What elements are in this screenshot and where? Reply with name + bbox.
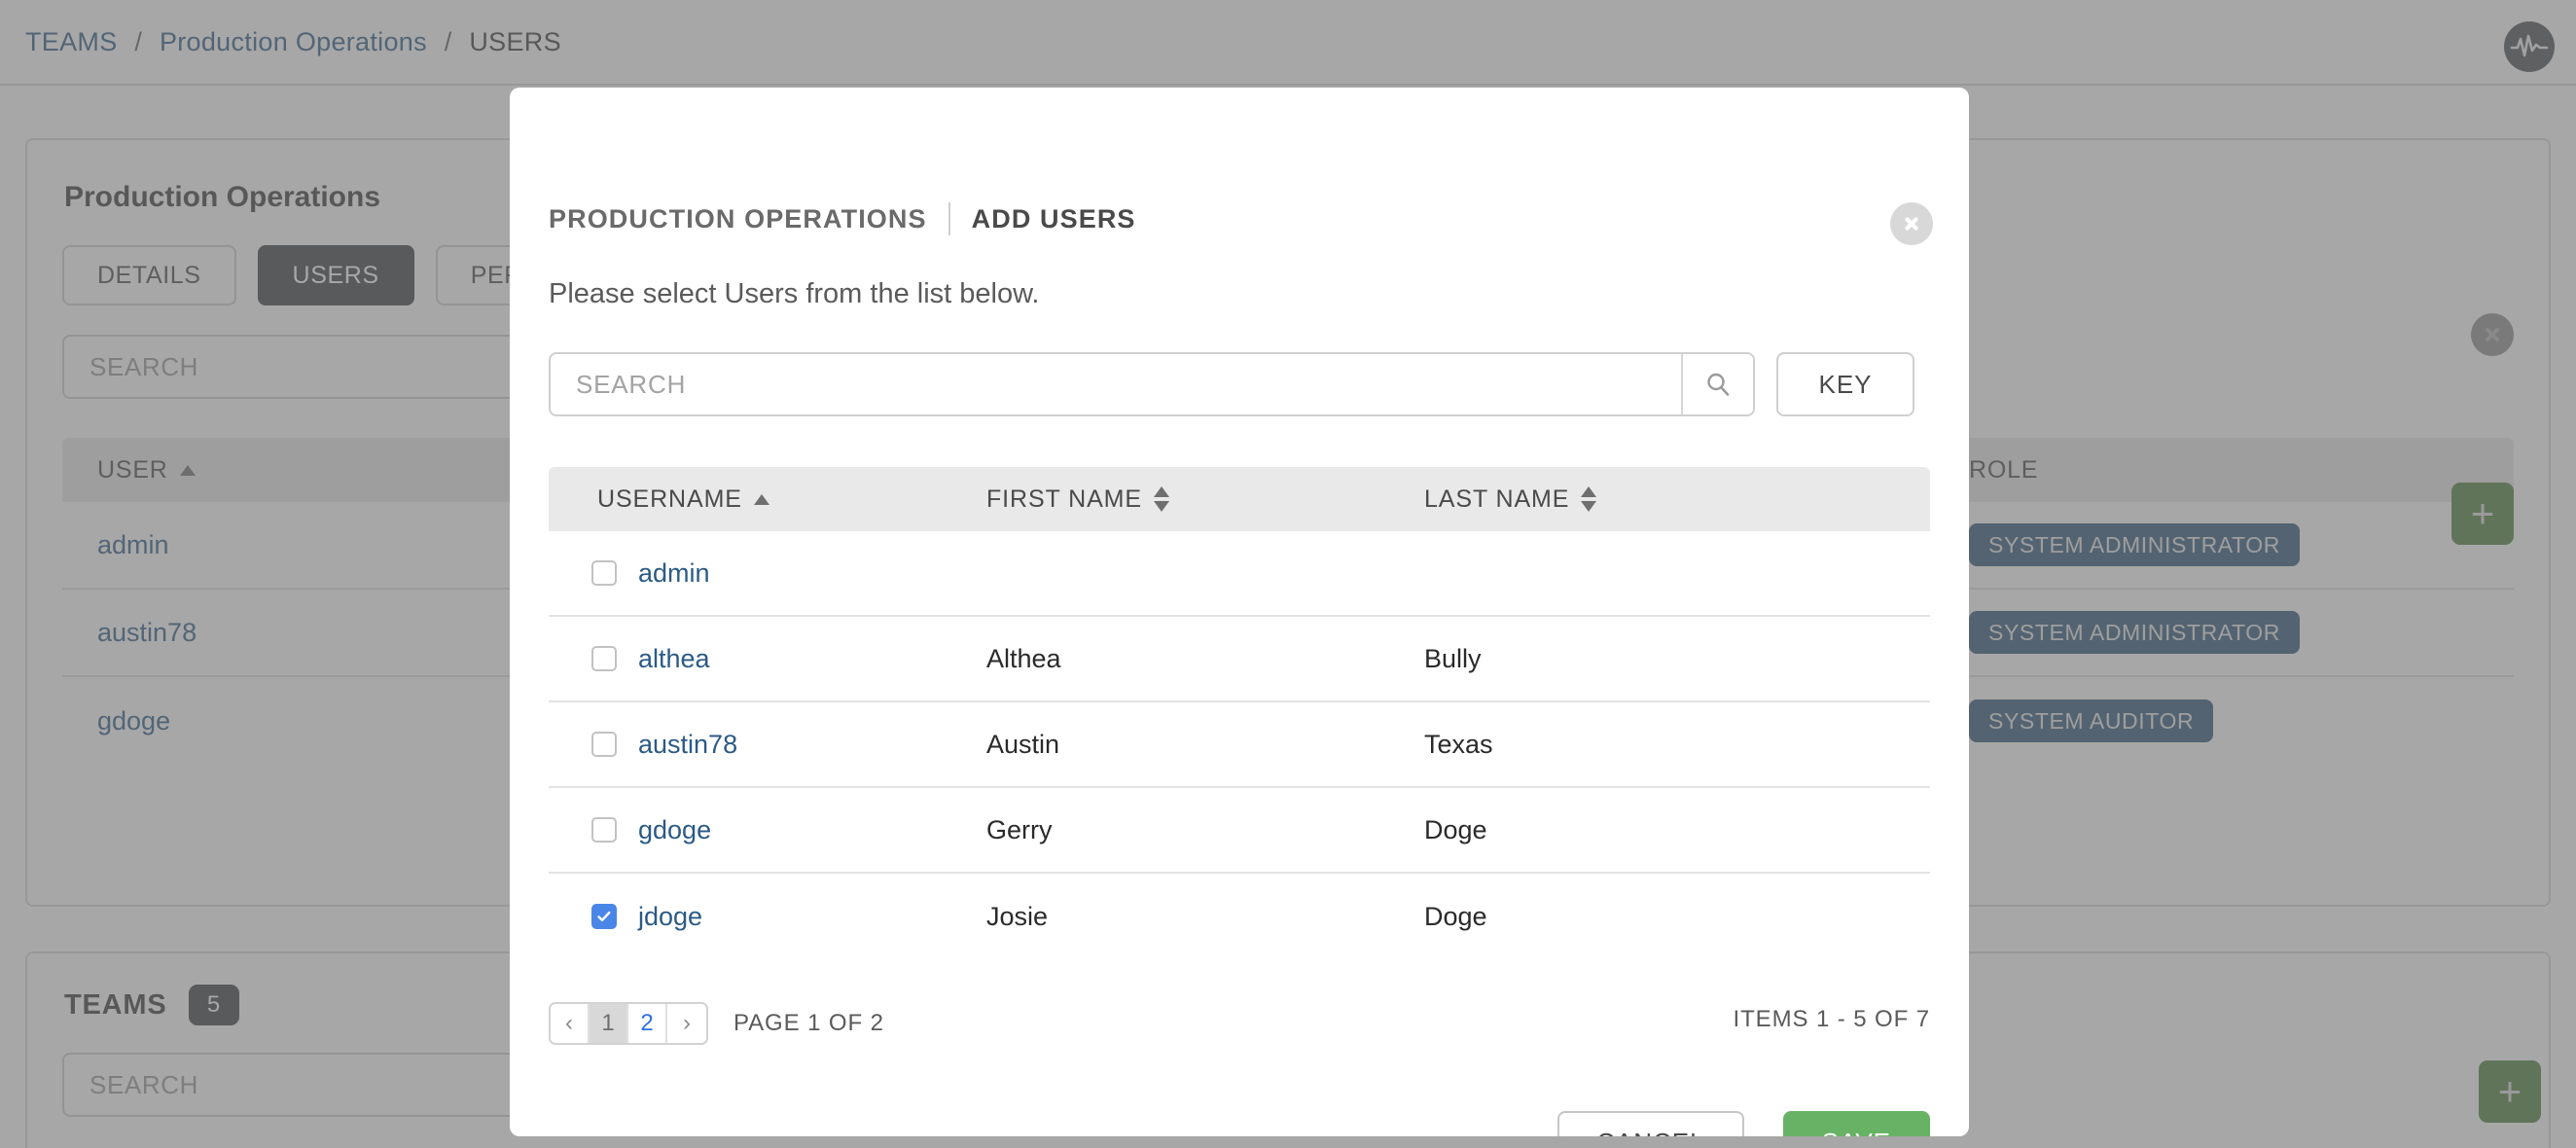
row-username-link[interactable]: jdoge <box>638 902 702 932</box>
modal-title-context: PRODUCTION OPERATIONS <box>549 203 927 233</box>
modal-title-action: ADD USERS <box>971 203 1136 233</box>
modal-title-divider <box>948 202 950 235</box>
row-checkbox[interactable] <box>591 732 617 757</box>
row-checkbox[interactable] <box>591 904 617 929</box>
row-username-link[interactable]: althea <box>638 644 710 674</box>
sort-both-icon <box>1581 486 1597 512</box>
search-icon[interactable] <box>1681 354 1753 414</box>
row-first-name: Althea <box>986 643 1061 673</box>
row-first-name: Gerry <box>986 814 1053 844</box>
row-last-name: Texas <box>1424 729 1493 759</box>
pagination-buttons: ‹ 1 2 › <box>549 1002 708 1045</box>
modal-subtitle: Please select Users from the list below. <box>549 278 1040 309</box>
cancel-button[interactable]: CANCEL <box>1557 1111 1744 1136</box>
row-last-name: Bully <box>1424 643 1482 673</box>
modal-table-body: admin althea Althea Bully austin78 Austi… <box>549 531 1930 959</box>
pagination-items-label: ITEMS 1 - 5 OF 7 <box>1733 1006 1930 1032</box>
sort-asc-icon <box>753 493 769 505</box>
screen-root: TEAMS / Production Operations / USERS Pr… <box>0 0 2576 1148</box>
search-field-group: SEARCH <box>549 352 1755 416</box>
pagination-page-2[interactable]: 2 <box>628 1004 667 1043</box>
row-last-name: Doge <box>1424 814 1487 844</box>
column-header-username-label: USERNAME <box>597 484 742 513</box>
table-row[interactable]: admin <box>549 531 1930 617</box>
add-users-modal: PRODUCTION OPERATIONS ADD USERS Please s… <box>510 88 1969 1136</box>
column-header-last-name-label: LAST NAME <box>1424 484 1570 513</box>
row-username-link[interactable]: austin78 <box>638 730 737 760</box>
column-header-first-name[interactable]: FIRST NAME <box>986 485 1424 514</box>
search-input[interactable]: SEARCH <box>551 354 1681 414</box>
table-row[interactable]: gdoge Gerry Doge <box>549 788 1930 874</box>
row-first-name: Josie <box>986 901 1049 931</box>
table-row[interactable]: austin78 Austin Texas <box>549 702 1930 788</box>
column-header-username[interactable]: USERNAME <box>549 485 986 514</box>
row-checkbox[interactable] <box>591 817 617 843</box>
column-header-first-name-label: FIRST NAME <box>986 484 1142 513</box>
key-button[interactable]: KEY <box>1776 352 1914 416</box>
modal-title: PRODUCTION OPERATIONS ADD USERS <box>549 202 1136 235</box>
modal-search-row: SEARCH KEY <box>549 352 1914 416</box>
sort-both-icon <box>1153 486 1169 512</box>
row-checkbox[interactable] <box>591 646 617 671</box>
table-row[interactable]: althea Althea Bully <box>549 617 1930 702</box>
row-first-name: Austin <box>986 729 1060 759</box>
row-username-link[interactable]: admin <box>638 558 710 589</box>
table-row[interactable]: jdoge Josie Doge <box>549 874 1930 959</box>
row-username-link[interactable]: gdoge <box>638 815 711 845</box>
modal-table-header: USERNAME FIRST NAME LAST NAME <box>549 467 1930 531</box>
pagination-next-button[interactable]: › <box>667 1004 706 1043</box>
pagination-page-label: PAGE 1 OF 2 <box>733 1010 884 1036</box>
save-button[interactable]: SAVE <box>1782 1111 1930 1136</box>
pagination: ‹ 1 2 › PAGE 1 OF 2 <box>549 1002 884 1045</box>
pagination-prev-button[interactable]: ‹ <box>551 1004 590 1043</box>
row-checkbox[interactable] <box>591 560 617 586</box>
column-header-last-name[interactable]: LAST NAME <box>1424 485 1862 514</box>
modal-footer: CANCEL SAVE <box>1557 1111 1930 1136</box>
row-last-name: Doge <box>1424 901 1487 931</box>
close-icon[interactable] <box>1890 202 1933 245</box>
pagination-page-1[interactable]: 1 <box>590 1004 628 1043</box>
